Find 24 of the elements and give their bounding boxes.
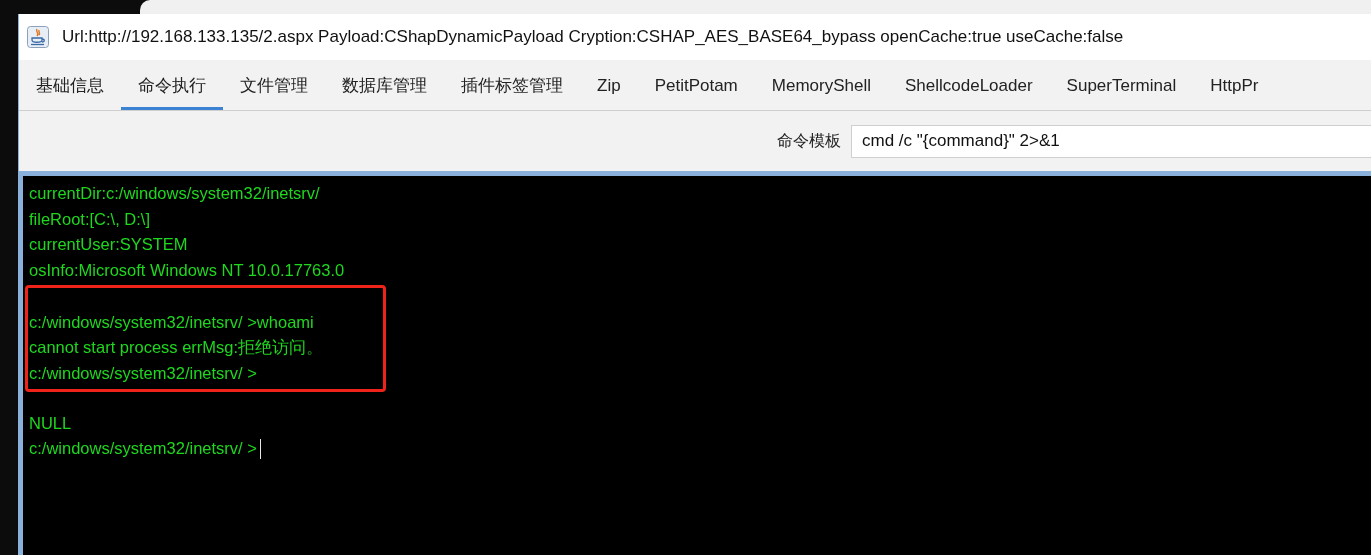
tab[interactable]: 数据库管理 [325,60,444,110]
tab[interactable]: HttpPr [1193,60,1276,110]
terminal-line: c:/windows/system32/inetsrv/ > [29,364,257,384]
terminal-line: NULL [29,413,72,433]
tab[interactable]: 命令执行 [121,60,223,110]
window-title: Url:http://192.168.133.135/2.aspx Payload:CShapDynamicPayload Cryption:CSHAP_AES_BASE64_bypass openCache:true useCache:false [62,27,1124,47]
tab[interactable]: SuperTerminal [1049,60,1194,110]
terminal-line: currentDir:c:/windows/system32/inetsrv/ [29,184,320,204]
tab[interactable]: PetitPotam [637,60,755,110]
tab[interactable]: ShellcodeLoader [888,60,1050,110]
coffee-cup-icon [27,26,49,48]
tab[interactable]: 文件管理 [223,60,325,110]
tab[interactable]: Zip [580,60,638,110]
terminal-line: fileRoot:[C:\, D:\] [29,209,151,229]
template-label: 命令模板 [777,130,841,151]
tab[interactable]: 基础信息 [19,60,121,110]
tab[interactable]: 插件标签管理 [444,60,580,110]
terminal-line: c:/windows/system32/inetsrv/ >whoami [29,313,314,333]
terminal-line: currentUser:SYSTEM [29,235,188,255]
terminal-line: c:/windows/system32/inetsrv/ > [29,439,257,459]
terminal-line: osInfo:Microsoft Windows NT 10.0.17763.0 [29,260,345,280]
terminal-line: cannot start process errMsg:拒绝访问。 [29,337,324,359]
template-field[interactable]: cmd /c "{command}" 2>&1 [851,124,1371,158]
tab[interactable]: MemoryShell [754,60,888,110]
